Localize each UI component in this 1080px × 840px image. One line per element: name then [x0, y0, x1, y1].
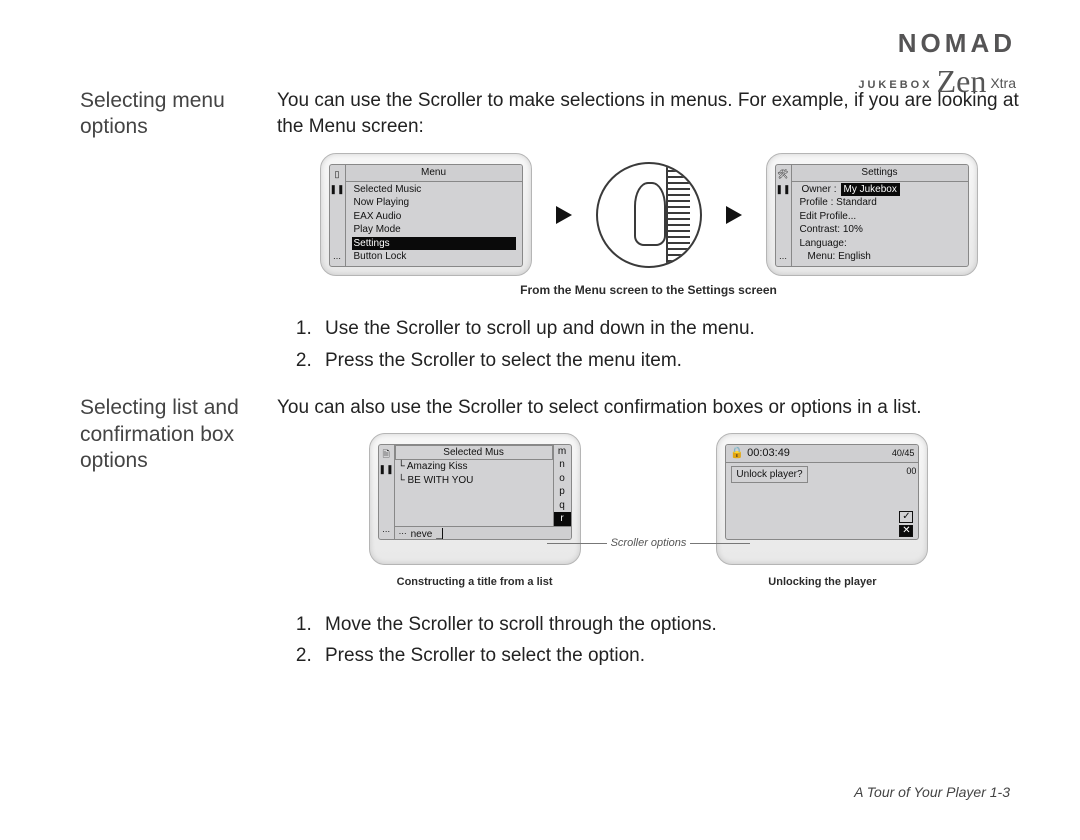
status-icon-column: 🗎 ❚❚ ⋯ — [379, 445, 395, 539]
menu-item: Now Playing — [352, 196, 516, 210]
letter-option: p — [554, 485, 571, 499]
letter-option: m — [554, 445, 571, 459]
letter-picker: m n o p q r — [553, 445, 571, 526]
status-icon-column: ▯ ❚❚ ⋯ — [330, 165, 346, 266]
settings-owner-row: Owner : My Jukebox — [798, 183, 962, 197]
counter-tail: 00 — [899, 465, 916, 477]
confirm-yes-check-icon: ✓ — [899, 511, 913, 523]
figure-list-and-unlock: 🗎 ❚❚ ⋯ Selected Mus └ Amazing Kiss — [277, 433, 1020, 608]
settings-screen-title: Settings — [792, 165, 968, 182]
section-selecting-menu-options: Selecting menu options You can use the S… — [80, 88, 1020, 383]
status-icon-column: 🛠 ❚❚ ⋯ — [776, 165, 792, 266]
logo-xtra: Xtra — [990, 75, 1016, 91]
letter-option: n — [554, 458, 571, 472]
pause-icon: ❚❚ — [379, 462, 394, 476]
settings-language-label: Language: — [798, 237, 962, 251]
owner-label: Owner : — [802, 183, 837, 197]
figure2-left-caption: Constructing a title from a list — [397, 575, 553, 590]
dots-icon: ⋯ — [779, 252, 787, 266]
menu-screen-title: Menu — [346, 165, 522, 182]
menu-item-selected: Settings — [352, 237, 516, 251]
track-counter: 40/45 — [892, 448, 915, 458]
entry-text: neve — [411, 528, 433, 540]
device-list-screen: 🗎 ❚❚ ⋯ Selected Mus └ Amazing Kiss — [369, 433, 581, 565]
doc-icon: 🗎 — [382, 447, 389, 461]
device-unlock-screen: 🔒 00:03:49 40/45 Unlock player? — [716, 433, 928, 565]
menu-item: Play Mode — [352, 223, 516, 237]
dots-icon: ⋯ — [382, 525, 390, 539]
menu-item: Selected Music — [352, 183, 516, 197]
section2-heading: Selecting list and confirmation box opti… — [80, 395, 255, 679]
logo-zen: Zen — [937, 63, 987, 100]
device-settings-screen: 🛠 ❚❚ ⋯ Settings Owner : My Jukebox Prof — [766, 153, 978, 276]
list-screen-title: Selected Mus — [395, 445, 553, 461]
menu-item: Button Lock — [352, 250, 516, 264]
step: Move the Scroller to scroll through the … — [317, 612, 1020, 638]
section2-intro: You can also use the Scroller to select … — [277, 395, 1020, 421]
confirm-no-x-icon: ✕ — [899, 525, 913, 537]
section1-steps: Use the Scroller to scroll up and down i… — [277, 316, 1020, 373]
letter-option-selected: r — [554, 512, 571, 526]
unlock-prompt: Unlock player? — [731, 466, 807, 484]
page-footer: A Tour of Your Player 1-3 — [854, 784, 1010, 800]
playback-time: 00:03:49 — [747, 446, 790, 461]
letter-option: o — [554, 472, 571, 486]
dots-icon: ⋯ — [399, 529, 407, 540]
product-logo: NOMAD JUKEBOX ZenXtra — [858, 28, 1016, 96]
battery-icon: ▯ — [335, 167, 340, 181]
section2-steps: Move the Scroller to scroll through the … — [277, 612, 1020, 669]
letter-option: q — [554, 499, 571, 513]
step: Use the Scroller to scroll up and down i… — [317, 316, 1020, 342]
lock-icon: 🔒 — [730, 446, 744, 461]
logo-line1: NOMAD — [858, 28, 1016, 59]
settings-contrast: Contrast: 10% — [798, 223, 962, 237]
settings-edit-profile: Edit Profile... — [798, 210, 962, 224]
song-item: └ Amazing Kiss — [398, 460, 550, 474]
settings-profile: Profile : Standard — [798, 196, 962, 210]
arrow-right-icon — [556, 206, 572, 224]
menu-list: Selected Music Now Playing EAX Audio Pla… — [346, 182, 522, 266]
section1-heading: Selecting menu options — [80, 88, 255, 383]
figure-menu-to-settings: ▯ ❚❚ ⋯ Menu Selected Music Now Playing E… — [277, 153, 1020, 276]
wrench-icon: 🛠 — [777, 167, 788, 181]
arrow-right-icon — [726, 206, 742, 224]
figure2-right-caption: Unlocking the player — [768, 575, 876, 590]
text-entry-field: ⋯ neve_ — [395, 526, 571, 540]
menu-item: EAX Audio — [352, 210, 516, 224]
logo-line2: JUKEBOX — [858, 79, 932, 91]
pause-icon: ❚❚ — [329, 182, 344, 196]
pause-icon: ❚❚ — [775, 182, 790, 196]
scroller-illustration — [596, 162, 702, 268]
step: Press the Scroller to select the menu it… — [317, 348, 1020, 374]
section-selecting-list-confirm: Selecting list and confirmation box opti… — [80, 395, 1020, 679]
owner-value-selected: My Jukebox — [841, 183, 900, 197]
step: Press the Scroller to select the option. — [317, 643, 1020, 669]
settings-language-value: Menu: English — [798, 250, 962, 264]
dots-icon: ⋯ — [333, 252, 341, 266]
scroller-options-label: Scroller options — [611, 536, 687, 551]
figure1-caption: From the Menu screen to the Settings scr… — [277, 282, 1020, 298]
device-menu-screen: ▯ ❚❚ ⋯ Menu Selected Music Now Playing E… — [320, 153, 532, 276]
song-item: └ BE WITH YOU — [398, 474, 550, 488]
